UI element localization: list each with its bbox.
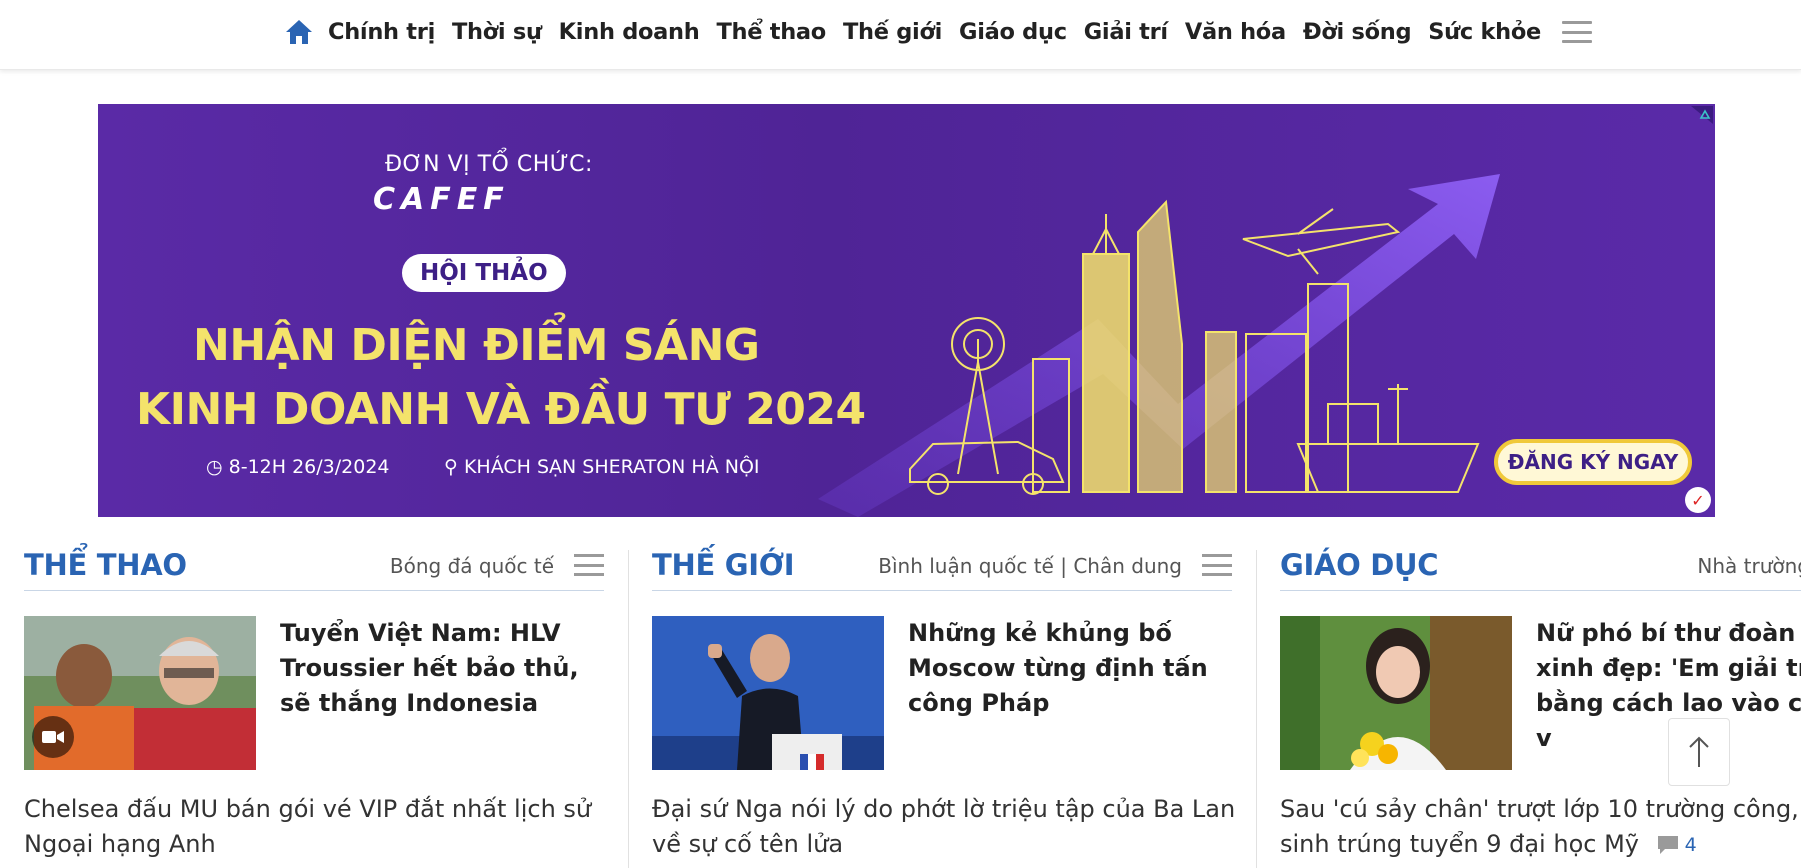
- ad-venue-text: KHÁCH SẠN SHERATON HÀ NỘI: [463, 456, 760, 478]
- register-now-button[interactable]: ĐĂNG KÝ NGAY: [1494, 439, 1692, 485]
- subcategory-link[interactable]: Bình luận quốc tế: [878, 554, 1054, 578]
- nav-menu: Chính trị Thời sự Kinh doanh Thể thao Th…: [284, 14, 1592, 50]
- ad-time: ◷ 8-12H 26/3/2024: [206, 456, 390, 478]
- column-divider: [628, 550, 629, 868]
- section-the-gioi: THẾ GIỚI Bình luận quốc tế | Chân dung N…: [652, 548, 1235, 858]
- ad-headline-line1: NHẬN DIỆN ĐIỂM SÁNG: [193, 320, 760, 371]
- nav-item-the-thao[interactable]: Thể thao: [716, 19, 826, 45]
- comment-icon: [1657, 836, 1678, 854]
- nav-item-suc-khoe[interactable]: Sức khỏe: [1428, 19, 1541, 45]
- featured-article: Tuyển Việt Nam: HLV Troussier hết bảo th…: [24, 616, 604, 772]
- nav-item-doi-song[interactable]: Đời sống: [1303, 19, 1412, 45]
- section-title[interactable]: GIÁO DỤC: [1280, 548, 1439, 582]
- ad-time-text: 8-12H 26/3/2024: [228, 456, 390, 478]
- section-title[interactable]: THỂ THAO: [24, 548, 187, 582]
- adchoices-icon[interactable]: [1691, 106, 1713, 124]
- comment-count-value: 4: [1684, 833, 1697, 856]
- section-header: THỂ THAO Bóng đá quốc tế: [24, 548, 604, 591]
- ad-organizer-brand: CAFEF: [373, 182, 510, 217]
- nav-item-kinh-doanh[interactable]: Kinh doanh: [559, 19, 700, 45]
- section-header: THẾ GIỚI Bình luận quốc tế | Chân dung: [652, 548, 1232, 591]
- column-divider: [1256, 550, 1257, 868]
- home-icon[interactable]: [284, 17, 314, 47]
- ad-badge-check-icon: ✓: [1685, 487, 1711, 513]
- featured-article-title[interactable]: Những kẻ khủng bố Moscow từng định tấn c…: [908, 616, 1232, 721]
- article-thumbnail[interactable]: [1280, 616, 1512, 770]
- subcategory-link[interactable]: Nhà trường: [1697, 554, 1801, 578]
- subcategory-link[interactable]: Chân dung: [1073, 554, 1182, 578]
- article-thumbnail[interactable]: [652, 616, 884, 770]
- news-link[interactable]: Sau 'cú sảy chân' trượt lớp 10 trường cô…: [1280, 792, 1801, 863]
- section-title[interactable]: THẾ GIỚI: [652, 548, 795, 582]
- section-menu-icon[interactable]: [574, 552, 604, 578]
- nav-item-chinh-tri[interactable]: Chính trị: [328, 19, 435, 45]
- subcategory-separator: |: [1060, 554, 1074, 578]
- hamburger-menu-icon[interactable]: [1561, 19, 1592, 45]
- video-camera-icon: [32, 716, 74, 758]
- section-giao-duc: GIÁO DỤC Nhà trường Nữ phó bí thư đoàn x…: [1280, 548, 1801, 858]
- nav-item-giai-tri[interactable]: Giải trí: [1084, 19, 1168, 45]
- comment-count[interactable]: 4: [1657, 828, 1697, 863]
- nav-item-thoi-su[interactable]: Thời sự: [452, 19, 542, 45]
- article-thumbnail[interactable]: [24, 616, 256, 770]
- nav-item-the-gioi[interactable]: Thế giới: [843, 19, 942, 45]
- section-subcategories: Bóng đá quốc tế: [390, 554, 554, 578]
- section-menu-icon[interactable]: [1202, 552, 1232, 578]
- ad-event-type-pill: HỘI THẢO: [402, 254, 566, 292]
- news-link-text: Sau 'cú sảy chân' trượt lớp 10 trường cô…: [1280, 795, 1801, 858]
- top-navigation: Chính trị Thời sự Kinh doanh Thể thao Th…: [0, 0, 1801, 70]
- clock-icon: ◷: [206, 456, 223, 478]
- ad-venue: ⚲ KHÁCH SẠN SHERATON HÀ NỘI: [444, 456, 760, 478]
- arrow-up-icon: [1689, 736, 1709, 767]
- subcategory-link[interactable]: Bóng đá quốc tế: [390, 554, 554, 578]
- ad-headline-line2: KINH DOANH VÀ ĐẦU TƯ 2024: [136, 384, 866, 435]
- section-the-thao: THỂ THAO Bóng đá quốc tế Tuyển Việt Nam:…: [24, 548, 604, 858]
- news-link[interactable]: Chelsea đấu MU bán gói vé VIP đắt nhất l…: [24, 792, 624, 862]
- featured-article: Những kẻ khủng bố Moscow từng định tấn c…: [652, 616, 1232, 772]
- news-link[interactable]: Đại sứ Nga nói lý do phớt lờ triệu tập c…: [652, 792, 1252, 862]
- nav-item-van-hoa[interactable]: Văn hóa: [1185, 19, 1286, 45]
- advertisement-banner[interactable]: ĐƠN VỊ TỔ CHỨC: CAFEF HỘI THẢO NHẬN DIỆN…: [98, 104, 1715, 517]
- nav-item-giao-duc[interactable]: Giáo dục: [959, 19, 1067, 45]
- ad-organizer-label: ĐƠN VỊ TỔ CHỨC:: [385, 152, 593, 177]
- scroll-to-top-button[interactable]: [1668, 718, 1730, 786]
- featured-article-title[interactable]: Tuyển Việt Nam: HLV Troussier hết bảo th…: [280, 616, 604, 721]
- location-pin-icon: ⚲: [444, 456, 458, 478]
- section-subcategories: Nhà trường: [1697, 554, 1801, 578]
- section-header: GIÁO DỤC Nhà trường: [1280, 548, 1801, 591]
- section-subcategories: Bình luận quốc tế | Chân dung: [878, 554, 1182, 578]
